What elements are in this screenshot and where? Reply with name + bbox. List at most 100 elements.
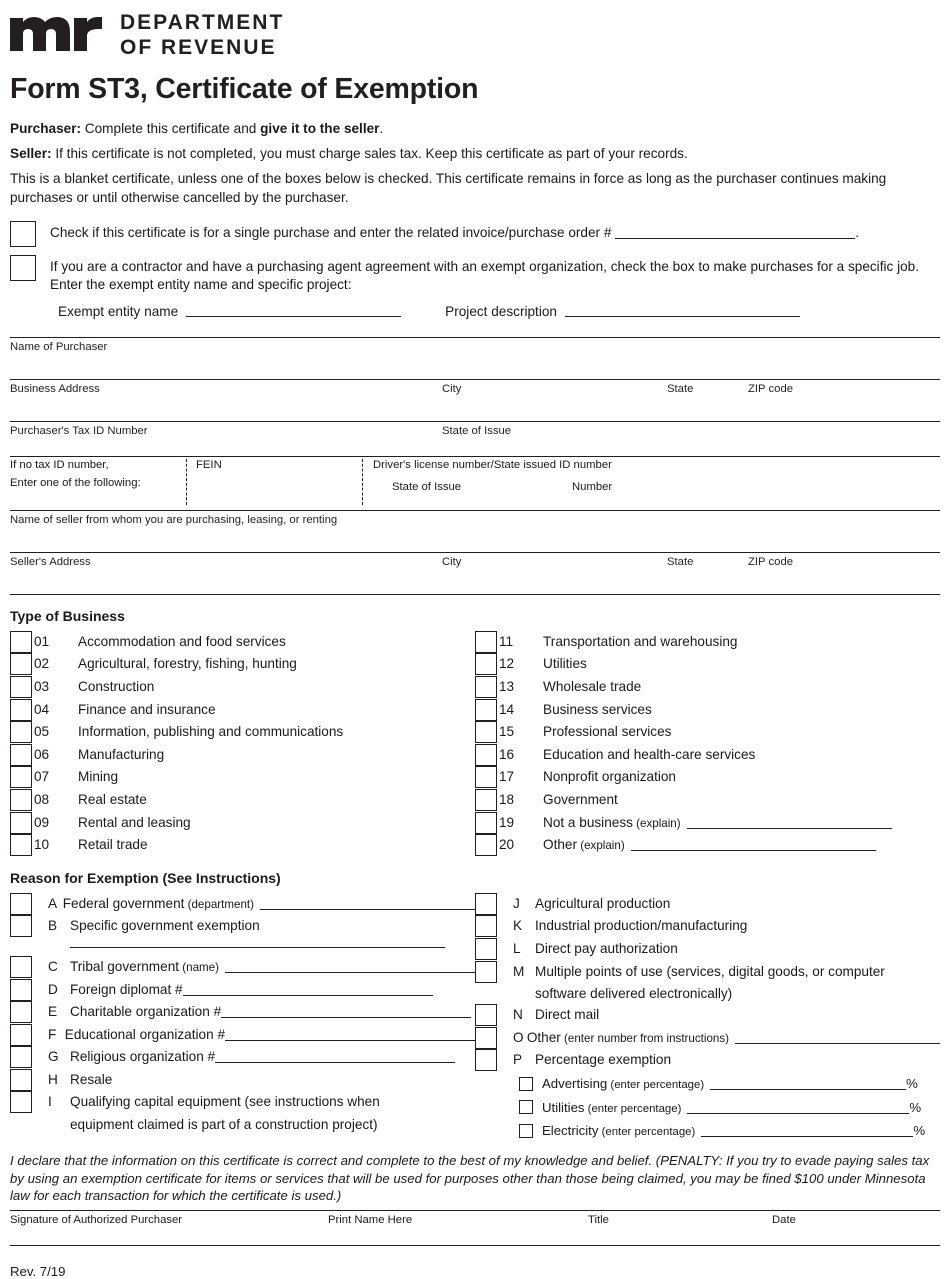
exempt-entity-label: Exempt entity name — [58, 303, 179, 319]
name-of-purchaser-row[interactable]: Name of Purchaser — [10, 338, 940, 379]
business-type-checkbox-11[interactable] — [475, 630, 497, 653]
exemption-label-continuation: software delivered electronically) — [535, 986, 733, 1002]
sellers-address-row[interactable]: Seller's Address City State ZIP code — [10, 553, 940, 594]
exemption-checkbox-A[interactable] — [10, 892, 32, 915]
invoice-number-line[interactable] — [615, 225, 856, 239]
exemption-label: Qualifying capital equipment (see instru… — [70, 1091, 380, 1113]
business-type-explain-line[interactable] — [686, 816, 892, 829]
business-type-label-text: Government — [543, 791, 618, 807]
exemption-checkbox-M[interactable] — [475, 960, 497, 983]
seller-zip-label: ZIP code — [748, 555, 794, 568]
exemption-entry-line[interactable] — [260, 897, 475, 910]
business-type-number: 13 — [499, 678, 515, 694]
business-type-row: 07 Mining — [10, 766, 475, 789]
project-description-line[interactable] — [564, 304, 800, 318]
exemption-reason-item: I Qualifying capital equipment (see instr… — [10, 1091, 475, 1135]
exemption-checkbox-C[interactable] — [10, 955, 32, 978]
percentage-checkbox-advertising[interactable] — [519, 1076, 533, 1091]
seller-instruction: Seller: If this certificate is not compl… — [10, 145, 940, 163]
exemption-label: Specific government exemption — [70, 915, 260, 937]
percentage-paren: (enter percentage) — [607, 1079, 705, 1092]
business-type-checkbox-20[interactable] — [475, 834, 497, 857]
business-type-checkbox-14[interactable] — [475, 698, 497, 721]
business-type-checkbox-17[interactable] — [475, 766, 497, 789]
business-type-number: 03 — [34, 678, 50, 694]
exemption-checkbox-J[interactable] — [475, 892, 497, 915]
business-type-checkbox-07[interactable] — [10, 766, 32, 789]
seller-state-label: State — [667, 555, 694, 568]
business-type-checkbox-15[interactable] — [475, 721, 497, 744]
dl-state-of-issue-label[interactable]: State of Issue — [392, 481, 461, 493]
business-address-row[interactable]: Business Address City State ZIP code — [10, 380, 940, 421]
dl-number-label[interactable]: Number — [572, 481, 612, 493]
exemption-entry-line[interactable] — [221, 1005, 472, 1019]
percentage-entry-line[interactable] — [687, 1101, 910, 1114]
percentage-checkbox-electricity[interactable] — [519, 1123, 533, 1138]
business-type-checkbox-03[interactable] — [10, 675, 32, 698]
purchaser-tax-id-row[interactable]: Purchaser's Tax ID Number State of Issue — [10, 422, 940, 456]
contractor-checkbox[interactable] — [10, 254, 36, 281]
exemption-letter: I — [48, 1094, 52, 1110]
exemption-letter: G — [48, 1049, 59, 1065]
percentage-label-text: Utilities — [542, 1099, 585, 1115]
business-type-label-text: Transportation and warehousing — [543, 633, 738, 649]
exemption-checkbox-B[interactable] — [10, 915, 32, 938]
business-type-explain-line[interactable] — [630, 838, 876, 852]
business-type-checkbox-08[interactable] — [10, 788, 32, 811]
exemption-checkbox-H[interactable] — [10, 1068, 32, 1091]
business-type-checkbox-10[interactable] — [10, 834, 32, 857]
exemption-entry-line[interactable] — [225, 960, 475, 973]
state-of-issue-label: State of Issue — [442, 424, 512, 437]
business-type-checkbox-18[interactable] — [475, 788, 497, 811]
business-type-number: 15 — [499, 724, 515, 740]
exemption-checkbox-N[interactable] — [475, 1004, 497, 1027]
business-type-label: Agricultural, forestry, fishing, hunting — [78, 653, 297, 675]
business-type-checkbox-12[interactable] — [475, 653, 497, 676]
name-of-seller-row[interactable]: Name of seller from whom you are purchas… — [10, 511, 940, 552]
business-type-checkbox-05[interactable] — [10, 721, 32, 744]
exemption-checkbox-D[interactable] — [10, 978, 32, 1001]
exemption-checkbox-O[interactable] — [475, 1026, 497, 1049]
exemption-entry-line[interactable] — [182, 983, 433, 996]
exemption-letter: O — [513, 1029, 524, 1045]
exemption-checkbox-P[interactable] — [475, 1049, 497, 1072]
single-purchase-text: Check if this certificate is for a singl… — [50, 221, 859, 242]
business-type-checkbox-02[interactable] — [10, 653, 32, 676]
exemption-checkbox-L[interactable] — [475, 937, 497, 960]
exemption-reason-item: M Multiple points of use (services, digit… — [475, 960, 940, 1005]
purchaser-bold: give it to the seller — [260, 120, 380, 136]
business-type-checkbox-13[interactable] — [475, 675, 497, 698]
business-type-checkbox-01[interactable] — [10, 630, 32, 653]
business-type-checkbox-06[interactable] — [10, 743, 32, 766]
exemption-checkbox-K[interactable] — [475, 915, 497, 938]
business-type-checkbox-09[interactable] — [10, 811, 32, 834]
percentage-checkbox-utilities[interactable] — [519, 1100, 533, 1115]
signature-row[interactable]: Signature of Authorized Purchaser Print … — [10, 1211, 940, 1245]
business-type-number: 07 — [34, 769, 50, 785]
business-type-label: Real estate — [78, 789, 147, 811]
business-type-checkbox-16[interactable] — [475, 743, 497, 766]
business-type-label: Accommodation and food services — [78, 631, 286, 653]
exemption-checkbox-F[interactable] — [10, 1023, 32, 1046]
exemption-entry-line[interactable] — [215, 1050, 456, 1064]
exempt-entity-line[interactable] — [186, 304, 402, 318]
exemption-entry-line[interactable] — [225, 1028, 475, 1041]
business-type-label-text: Education and health-care services — [543, 746, 756, 762]
purchaser-tax-id-label: Purchaser's Tax ID Number — [10, 424, 148, 437]
percentage-exemption-row: Electricity (enter percentage)% — [475, 1119, 940, 1143]
exemption-checkbox-G[interactable] — [10, 1046, 32, 1069]
specific-government-exemption-line[interactable] — [70, 946, 445, 948]
single-purchase-period: . — [855, 224, 859, 240]
exemption-checkbox-E[interactable] — [10, 1001, 32, 1024]
percentage-entry-line[interactable] — [710, 1078, 907, 1091]
business-type-row: 13 Wholesale trade — [475, 675, 940, 699]
business-type-number: 05 — [34, 724, 50, 740]
fein-label[interactable]: FEIN — [196, 459, 222, 471]
sellers-address-label: Seller's Address — [10, 555, 91, 568]
exemption-entry-line[interactable] — [735, 1031, 940, 1044]
business-type-checkbox-04[interactable] — [10, 698, 32, 721]
business-type-checkbox-19[interactable] — [475, 811, 497, 834]
single-purchase-checkbox[interactable] — [10, 220, 36, 247]
percentage-entry-line[interactable] — [701, 1125, 914, 1138]
exemption-checkbox-I[interactable] — [10, 1091, 32, 1114]
